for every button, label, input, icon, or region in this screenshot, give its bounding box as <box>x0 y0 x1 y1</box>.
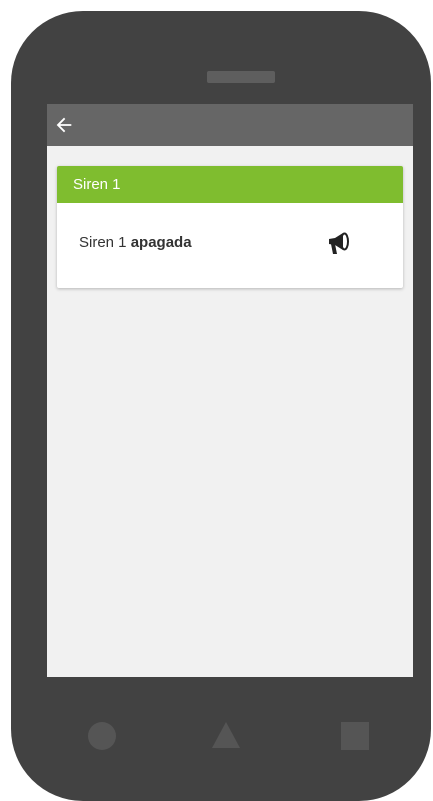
device-state: apagada <box>130 234 192 251</box>
nav-recents-button[interactable] <box>341 722 369 750</box>
card-header: Siren 1 <box>57 166 403 203</box>
app-bar <box>47 104 413 146</box>
app-screen: Siren 1 Siren 1 apagada <box>47 104 413 677</box>
phone-speaker <box>207 71 275 83</box>
device-name: Siren 1 <box>79 234 127 251</box>
siren-status-row[interactable]: Siren 1 apagada <box>57 203 403 288</box>
megaphone-icon[interactable] <box>327 230 353 256</box>
nav-home-button[interactable] <box>210 720 242 750</box>
nav-back-button[interactable] <box>88 722 116 750</box>
arrow-left-icon[interactable] <box>53 114 75 136</box>
card-title: Siren 1 <box>73 176 121 193</box>
status-text: Siren 1 apagada <box>79 234 192 251</box>
siren-card: Siren 1 Siren 1 apagada <box>57 166 403 288</box>
